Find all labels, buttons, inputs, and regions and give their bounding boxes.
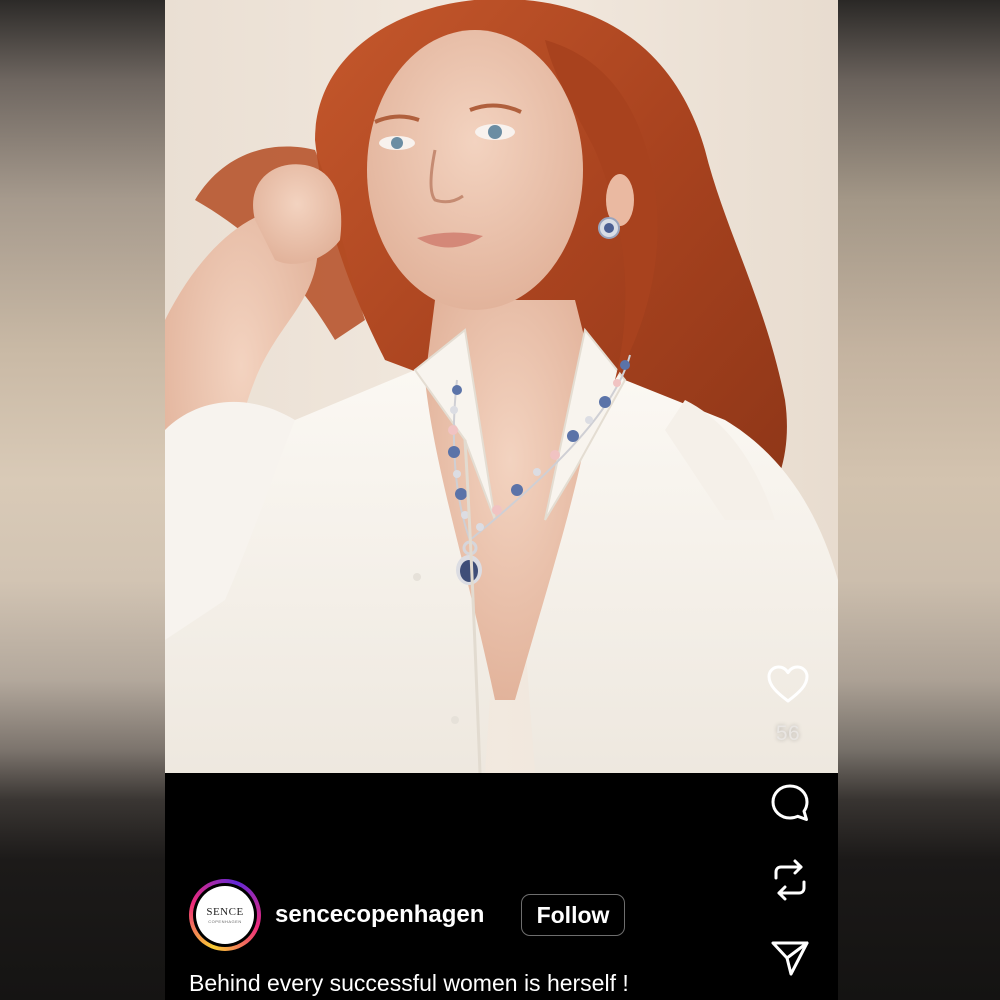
- post-image[interactable]: [165, 0, 838, 773]
- repost-arrows-icon: [774, 859, 806, 901]
- comment-bubble-icon: [771, 784, 809, 821]
- account-avatar[interactable]: SENCE COPENHAGEN: [189, 879, 261, 951]
- reel-frame: SENCE COPENHAGEN sencecopenhagen Follow …: [165, 0, 838, 1000]
- post-caption[interactable]: Behind every successful women is herself…: [189, 970, 629, 997]
- follow-button[interactable]: Follow: [521, 894, 625, 936]
- blurred-backdrop-left: [0, 0, 165, 1000]
- blurred-backdrop-right: [838, 0, 1000, 1000]
- send-paper-plane-icon: [771, 941, 809, 976]
- avatar-ring-gap: SENCE COPENHAGEN: [193, 883, 257, 947]
- avatar-logo-text: SENCE: [206, 906, 244, 918]
- reel-viewer: SENCE COPENHAGEN sencecopenhagen Follow …: [0, 0, 1000, 1000]
- avatar-logo-subtext: COPENHAGEN: [208, 919, 242, 924]
- account-username[interactable]: sencecopenhagen: [275, 901, 484, 929]
- comment-button[interactable]: [765, 778, 815, 828]
- avatar-logo: SENCE COPENHAGEN: [196, 886, 254, 944]
- caption-panel: SENCE COPENHAGEN sencecopenhagen Follow …: [165, 773, 838, 1000]
- share-button[interactable]: [765, 933, 815, 983]
- repost-button[interactable]: [765, 855, 815, 905]
- like-count: 56: [775, 722, 801, 745]
- like-button[interactable]: [763, 659, 813, 709]
- heart-outline-icon: [767, 665, 809, 703]
